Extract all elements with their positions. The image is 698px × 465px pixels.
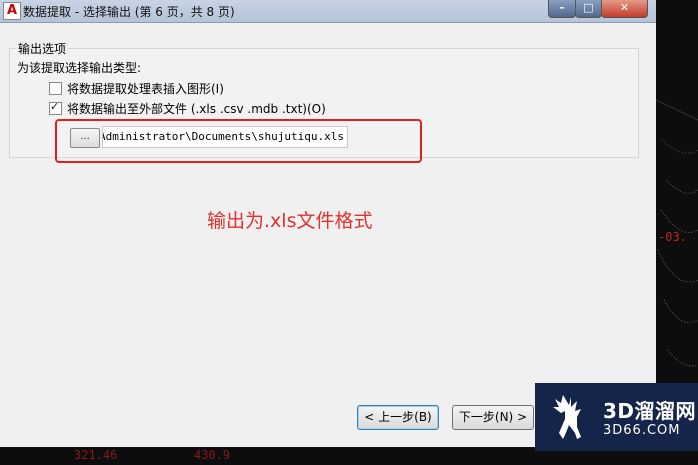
external-file-option[interactable]: ✓ 将数据输出至外部文件 (.xls .csv .mdb .txt)(O): [49, 100, 326, 116]
external-file-label: 将数据输出至外部文件 (.xls .csv .mdb .txt)(O): [67, 101, 326, 116]
cad-elevation-label: 321.46: [74, 448, 118, 462]
back-button[interactable]: < 上一步(B): [357, 405, 439, 430]
minimize-button[interactable]: –: [548, 0, 576, 18]
insert-table-checkbox[interactable]: [49, 81, 62, 95]
autocad-app-icon: A: [3, 2, 21, 20]
cad-elevation-label: 430.9: [194, 448, 231, 462]
deer-logo-icon: [553, 395, 581, 439]
annotation-note: 输出为.xls文件格式: [207, 210, 373, 232]
cad-elevation-label: -03.: [658, 230, 687, 244]
external-file-checkbox[interactable]: ✓: [49, 99, 62, 115]
watermark: 3D溜溜网 3D66.COM: [535, 383, 698, 451]
watermark-title: 3D溜溜网: [603, 399, 697, 423]
close-button[interactable]: ✕: [601, 0, 648, 18]
insert-table-label: 将数据提取处理表插入图形(I): [67, 81, 224, 96]
checkmark-icon: ✓: [50, 99, 60, 113]
window-title: 数据提取 - 选择输出 (第 6 页，共 8 页): [23, 5, 235, 19]
annotation-highlight-box: [55, 119, 422, 163]
output-options-title: 输出选项: [16, 40, 69, 57]
next-button[interactable]: 下一步(N) >: [452, 405, 534, 430]
output-type-prompt: 为该提取选择输出类型:: [17, 61, 142, 75]
title-bar[interactable]: A 数据提取 - 选择输出 (第 6 页，共 8 页) – □ ✕: [0, 0, 656, 23]
watermark-site: 3D66.COM: [603, 423, 681, 438]
maximize-button[interactable]: □: [575, 0, 602, 18]
insert-table-option[interactable]: 将数据提取处理表插入图形(I): [49, 80, 224, 96]
